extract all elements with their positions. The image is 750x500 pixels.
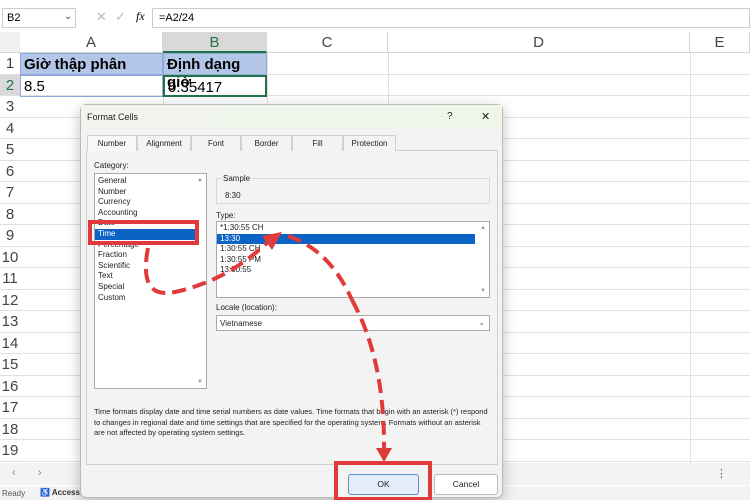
arrow-head-icon	[262, 232, 282, 250]
arrow-ok	[350, 299, 387, 451]
arrow-time-to-type	[143, 236, 274, 296]
arrow-head-icon	[376, 448, 392, 462]
highlight-time-box	[88, 220, 199, 245]
arrow-type-to-ok	[287, 234, 354, 301]
highlight-ok-box	[334, 461, 432, 500]
annotation-overlay	[88, 220, 432, 500]
